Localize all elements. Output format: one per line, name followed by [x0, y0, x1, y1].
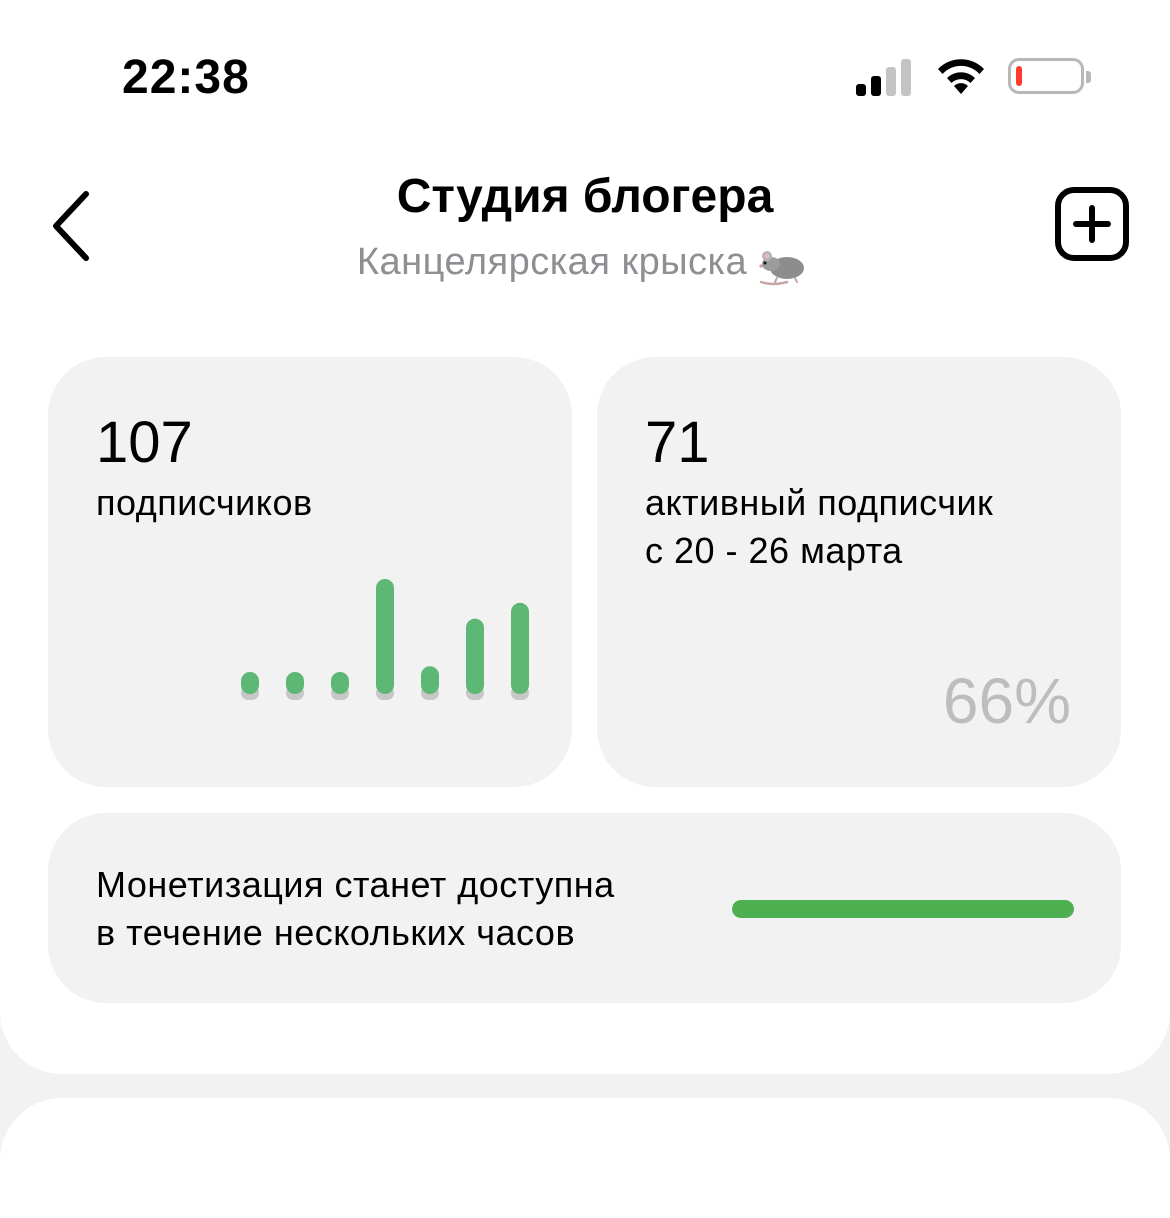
status-time: 22:38 — [122, 51, 250, 104]
chart-bar — [421, 666, 439, 694]
chart-bar — [286, 672, 304, 694]
signal-bar — [856, 84, 866, 96]
battery-level — [1016, 66, 1022, 86]
plus-square-icon[interactable] — [1054, 186, 1130, 262]
chart-bar — [241, 672, 259, 694]
channel-name: Канцелярская крыска — [356, 241, 748, 283]
page-title: Студия блогера — [396, 170, 774, 223]
subscribers-card[interactable]: 107 подписчиков — [48, 357, 572, 787]
chart-bar — [466, 618, 484, 694]
wifi-icon — [938, 59, 984, 94]
main-sheet: 22:38 Студия блогера Канцелярская крыска… — [0, 0, 1170, 1074]
signal-bar — [871, 75, 881, 96]
battery-nub — [1086, 71, 1091, 83]
chart-bar — [511, 602, 529, 694]
monetization-line1: Монетизация станет доступна — [96, 864, 615, 905]
active-period: с 20 - 26 марта — [645, 530, 903, 571]
monetization-text: Монетизация станет доступна в течение не… — [96, 861, 615, 957]
cellular-signal-icon — [856, 58, 914, 96]
active-label-line1: активный подписчик — [645, 482, 994, 523]
next-section-card — [0, 1098, 1170, 1218]
page-subtitle: Канцелярская крыска — [0, 238, 1170, 286]
battery-icon — [1008, 58, 1091, 94]
active-label: активный подписчик с 20 - 26 марта — [645, 479, 993, 575]
monetization-progress — [732, 900, 1074, 918]
monetization-line2: в течение нескольких часов — [96, 912, 576, 953]
monetization-progress-fill — [732, 900, 1074, 918]
monetization-card[interactable]: Монетизация станет доступна в течение не… — [48, 813, 1121, 1003]
active-percent: 66% — [942, 665, 1071, 737]
active-count: 71 — [645, 410, 710, 475]
subscribers-chart — [241, 579, 529, 700]
chart-bar — [331, 672, 349, 694]
signal-bar — [901, 58, 911, 96]
chart-bar — [376, 579, 394, 694]
active-subscribers-card[interactable]: 71 активный подписчик с 20 - 26 марта 66… — [597, 357, 1121, 787]
rat-icon — [759, 250, 805, 286]
signal-bar — [886, 67, 896, 96]
